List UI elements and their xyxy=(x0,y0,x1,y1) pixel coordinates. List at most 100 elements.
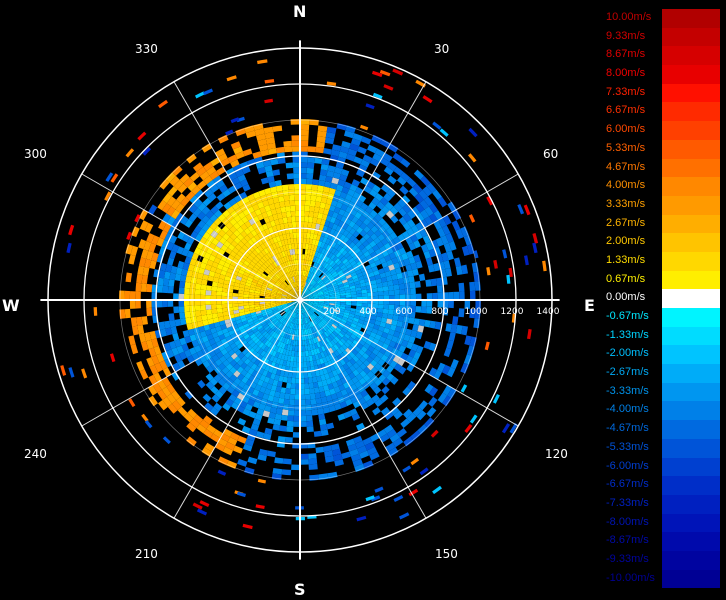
velocity-cell xyxy=(289,194,295,201)
colorbar-swatch xyxy=(662,382,720,402)
velocity-cell xyxy=(306,415,313,422)
velocity-cell xyxy=(237,458,248,467)
velocity-cell xyxy=(387,175,397,185)
velocity-cell xyxy=(316,141,325,148)
velocity-cell xyxy=(274,180,282,187)
velocity-cell xyxy=(523,204,531,216)
velocity-cell xyxy=(392,397,402,407)
colorbar-entry: 8.67m/s xyxy=(606,46,720,66)
colorbar-label: 3.33m/s xyxy=(606,197,646,210)
velocity-cell xyxy=(453,291,460,300)
bearing-label-60: 60 xyxy=(543,147,559,161)
velocity-cell xyxy=(211,304,217,310)
colorbar-entry: -7.33m/s xyxy=(606,494,720,514)
colorbar-label: 2.67m/s xyxy=(606,216,646,229)
velocity-cell xyxy=(517,204,525,215)
colorbar-entry: -2.67m/s xyxy=(606,364,720,383)
velocity-cell xyxy=(468,153,477,163)
velocity-cell xyxy=(196,315,203,322)
velocity-cell xyxy=(205,290,212,296)
velocity-cell xyxy=(326,422,335,430)
colorbar-swatch xyxy=(662,289,720,308)
velocity-cell xyxy=(162,436,171,445)
radar-ppi-plot: 200 400 600 800 1000 1200 1400 xyxy=(40,40,560,560)
velocity-cell xyxy=(300,162,308,168)
colorbar-swatch xyxy=(662,513,720,533)
colorbar-label: 0.67m/s xyxy=(606,272,646,285)
colorbar-entry: -4.67m/s xyxy=(606,420,720,439)
velocity-cell xyxy=(185,275,192,283)
velocity-cell xyxy=(281,409,289,416)
velocity-cell xyxy=(287,415,294,422)
colorbar-swatch xyxy=(662,438,720,458)
colorbar-swatch xyxy=(662,214,720,234)
velocity-cell xyxy=(399,512,410,520)
velocity-cell xyxy=(146,300,152,309)
velocity-cell xyxy=(287,410,295,416)
velocity-cell xyxy=(292,361,297,368)
velocity-cell xyxy=(283,140,292,147)
velocity-cell xyxy=(293,167,300,174)
range-tick-label: 400 xyxy=(359,307,376,317)
velocity-cell xyxy=(179,281,186,288)
velocity-cell xyxy=(238,303,244,307)
velocity-cell xyxy=(200,284,207,291)
velocity-cell xyxy=(291,140,300,147)
velocity-cell xyxy=(167,286,174,294)
colorbar-swatch xyxy=(662,102,720,122)
colorbar-swatch xyxy=(662,457,720,477)
colorbar-entry: -5.33m/s xyxy=(606,438,720,458)
velocity-cell xyxy=(260,177,269,185)
velocity-cell xyxy=(290,211,296,217)
velocity-cell xyxy=(221,303,228,309)
velocity-cell xyxy=(178,287,185,294)
velocity-cell xyxy=(272,169,281,176)
velocity-cell xyxy=(309,388,315,394)
colorbar-swatch xyxy=(662,364,720,383)
velocity-cell xyxy=(448,291,454,300)
velocity-cell xyxy=(135,282,142,292)
velocity-cell xyxy=(184,281,191,289)
velocity-cell xyxy=(197,379,206,389)
velocity-cell xyxy=(311,409,319,416)
velocity-cell xyxy=(426,407,437,418)
velocity-cell xyxy=(303,221,309,228)
colorbar-swatch xyxy=(662,420,720,439)
velocity-cell xyxy=(426,293,433,300)
velocity-cell xyxy=(432,292,438,300)
velocity-cell xyxy=(278,397,285,404)
velocity-cell xyxy=(291,146,300,152)
velocity-cell xyxy=(291,377,296,384)
velocity-cell xyxy=(502,249,508,259)
velocity-cell xyxy=(430,278,437,287)
velocity-cell xyxy=(430,429,439,438)
colorbar-swatch xyxy=(662,550,720,570)
velocity-cell xyxy=(393,495,404,502)
velocity-cell xyxy=(361,292,368,297)
velocity-cell xyxy=(238,293,244,297)
colorbar-label: -6.67m/s xyxy=(606,478,649,491)
velocity-cell xyxy=(402,465,412,473)
colorbar-label: 10.00m/s xyxy=(606,11,652,23)
velocity-cell xyxy=(341,451,351,460)
velocity-cell xyxy=(311,184,319,191)
velocity-cell xyxy=(361,136,372,145)
velocity-cell xyxy=(178,306,185,313)
colorbar-swatch xyxy=(662,9,720,28)
velocity-cell xyxy=(317,185,325,192)
velocity-cell xyxy=(293,356,297,362)
velocity-cell xyxy=(221,291,228,297)
colorbar-entry: 6.00m/s xyxy=(606,121,720,140)
velocity-cell xyxy=(313,430,322,437)
colorbar-swatch xyxy=(662,233,720,252)
colorbar-label: -10.00m/s xyxy=(606,571,655,584)
velocity-cell xyxy=(285,436,293,443)
colorbar-label: -8.67m/s xyxy=(606,534,649,547)
velocity-cell xyxy=(377,304,384,309)
colorbar-label: -6.00m/s xyxy=(606,459,649,472)
velocity-cell xyxy=(300,459,309,465)
velocity-cell xyxy=(128,254,136,265)
velocity-cell xyxy=(211,290,217,296)
velocity-cell xyxy=(129,300,136,309)
velocity-cell xyxy=(135,291,141,300)
